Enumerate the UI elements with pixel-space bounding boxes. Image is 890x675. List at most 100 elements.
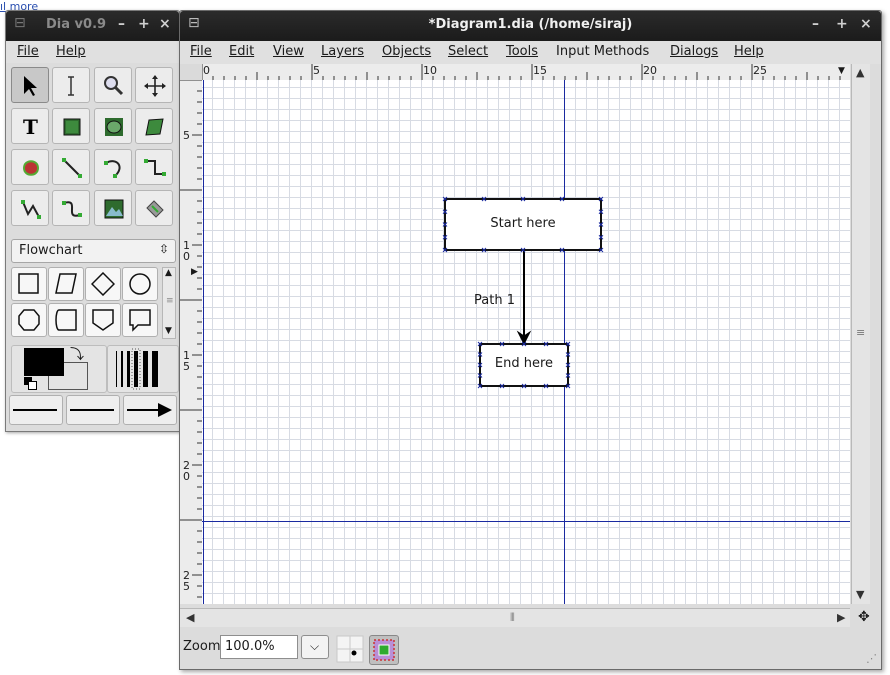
- line-width-selector[interactable]: [107, 345, 179, 393]
- scroll-up-icon[interactable]: ▲: [856, 66, 864, 79]
- text-tool[interactable]: T: [11, 108, 49, 144]
- scroll-tool[interactable]: [135, 67, 173, 103]
- line-tool[interactable]: [52, 149, 90, 185]
- snap-to-grid-toggle[interactable]: [336, 635, 366, 665]
- menu-help[interactable]: Help: [734, 44, 764, 59]
- menu-layers[interactable]: Layers: [321, 44, 364, 59]
- offpage-connector-shape[interactable]: [85, 303, 121, 337]
- vruler-label: 20: [183, 459, 190, 483]
- toolbox-titlebar[interactable]: ⊟ Dia v0.9 – + ×: [6, 11, 179, 41]
- document-shape[interactable]: [122, 303, 158, 337]
- ellipse-tool[interactable]: [94, 108, 132, 144]
- vertical-scrollbar[interactable]: ▲ ≡ ▼: [851, 64, 870, 604]
- menu-dialogs[interactable]: Dialogs: [670, 44, 718, 59]
- foreground-color-swatch[interactable]: [24, 348, 64, 376]
- vruler-label: 25: [183, 569, 190, 593]
- start-arrow-button[interactable]: [9, 395, 63, 425]
- navigation-cross-icon[interactable]: ✥: [858, 609, 870, 625]
- zigzag-icon: [144, 159, 166, 176]
- maximize-icon[interactable]: +: [836, 16, 848, 32]
- toolbox-menubar: File Help: [6, 41, 179, 63]
- image-tool[interactable]: [94, 190, 132, 226]
- toolbox-title: Dia v0.9: [46, 17, 107, 32]
- scroll-grip-icon: ⦀: [510, 611, 515, 624]
- zoom-dropdown-button[interactable]: ⌵: [301, 635, 329, 659]
- end-here-box[interactable]: End here: [479, 343, 569, 387]
- magnetic-tape-shape[interactable]: [48, 303, 84, 337]
- process-shape[interactable]: [11, 267, 47, 301]
- toolbox-menu-help[interactable]: Help: [56, 44, 86, 59]
- scroll-up-icon[interactable]: ▲: [165, 268, 172, 278]
- diagram-titlebar[interactable]: ⊟ *Diagram1.dia (/home/siraj) – + ×: [180, 11, 881, 41]
- hruler-label: 5: [313, 64, 320, 77]
- swap-colors-icon[interactable]: ⤵: [70, 344, 84, 364]
- scroll-down-icon[interactable]: ▼: [165, 326, 172, 336]
- end-arrow-button[interactable]: [123, 395, 177, 425]
- box-tool[interactable]: [52, 108, 90, 144]
- preparation-shape[interactable]: [11, 303, 47, 337]
- horizontal-scrollbar[interactable]: ◀ ⦀ ▶: [180, 608, 850, 627]
- menu-input-methods[interactable]: Input Methods: [556, 44, 649, 59]
- close-icon[interactable]: ×: [159, 16, 171, 32]
- menu-view[interactable]: View: [273, 44, 304, 59]
- text-cursor-icon: [68, 76, 74, 96]
- connector-shape[interactable]: [122, 267, 158, 301]
- menu-select[interactable]: Select: [448, 44, 488, 59]
- minimize-icon[interactable]: –: [118, 16, 125, 32]
- hruler-label: 20: [643, 64, 657, 77]
- box-icon: [63, 118, 81, 136]
- polyline-tool[interactable]: [11, 190, 49, 226]
- document-icon: [129, 309, 151, 332]
- path-label[interactable]: Path 1: [474, 293, 515, 308]
- page-left-guide: [203, 80, 204, 604]
- sheet-select[interactable]: Flowchart ⇳: [11, 239, 176, 263]
- resize-grip-icon[interactable]: ⋰: [866, 652, 877, 665]
- pointer-icon: [24, 76, 37, 96]
- minimize-icon[interactable]: –: [812, 16, 819, 32]
- ruler-position-marker-icon: ▶: [191, 267, 198, 277]
- data-shape[interactable]: [48, 267, 84, 301]
- polyline-icon: [21, 200, 41, 219]
- text-edit-tool[interactable]: [52, 67, 90, 103]
- ruler-corner: [180, 64, 202, 80]
- polygon-tool[interactable]: [135, 108, 173, 144]
- scroll-grip-icon: ≡: [166, 296, 174, 306]
- arrow-line-icon: [127, 403, 172, 417]
- scroll-down-icon[interactable]: ▼: [856, 588, 864, 601]
- menu-edit[interactable]: Edit: [229, 44, 254, 59]
- hruler-label: 25: [753, 64, 767, 77]
- arc-tool[interactable]: [94, 149, 132, 185]
- square-shape-icon: [18, 273, 39, 294]
- start-here-label: Start here: [490, 216, 556, 231]
- scroll-right-icon[interactable]: ▶: [837, 611, 845, 624]
- snap-to-objects-toggle[interactable]: [369, 635, 399, 665]
- shapes-scrollbar[interactable]: ▲ ≡ ▼: [162, 267, 176, 339]
- updown-chevron-icon: ⇳: [158, 242, 169, 256]
- menu-tools[interactable]: Tools: [506, 44, 538, 59]
- diagram-window: ⊟ *Diagram1.dia (/home/siraj) – + × File…: [179, 10, 882, 670]
- maximize-icon[interactable]: +: [138, 16, 150, 32]
- zoom-input[interactable]: 100.0%: [220, 635, 298, 659]
- close-icon[interactable]: ×: [860, 16, 872, 32]
- beziergon-tool[interactable]: [11, 149, 49, 185]
- diagram-canvas[interactable]: Start here End here Path 1: [202, 80, 850, 604]
- hruler-label: 10: [423, 64, 437, 77]
- start-here-box[interactable]: Start here: [444, 198, 602, 251]
- menu-objects[interactable]: Objects: [382, 44, 431, 59]
- window-menu-icon[interactable]: ⊟: [14, 15, 26, 31]
- magnify-tool[interactable]: [94, 67, 132, 103]
- scroll-left-icon[interactable]: ◀: [186, 611, 194, 624]
- default-colors-icon[interactable]: [24, 377, 37, 390]
- bezierline-tool[interactable]: [52, 190, 90, 226]
- outline-tool[interactable]: [135, 190, 173, 226]
- toolbox-menu-file[interactable]: File: [17, 44, 39, 59]
- tape-icon: [55, 309, 77, 331]
- pointer-tool[interactable]: [11, 67, 49, 103]
- menu-file[interactable]: File: [190, 44, 212, 59]
- line-style-button[interactable]: [66, 395, 120, 425]
- text-t-icon: T: [23, 116, 38, 138]
- decision-shape[interactable]: [85, 267, 121, 301]
- zigzagline-tool[interactable]: [135, 149, 173, 185]
- octagon-icon: [18, 309, 40, 331]
- ruler-position-marker-icon: ▼: [838, 66, 845, 76]
